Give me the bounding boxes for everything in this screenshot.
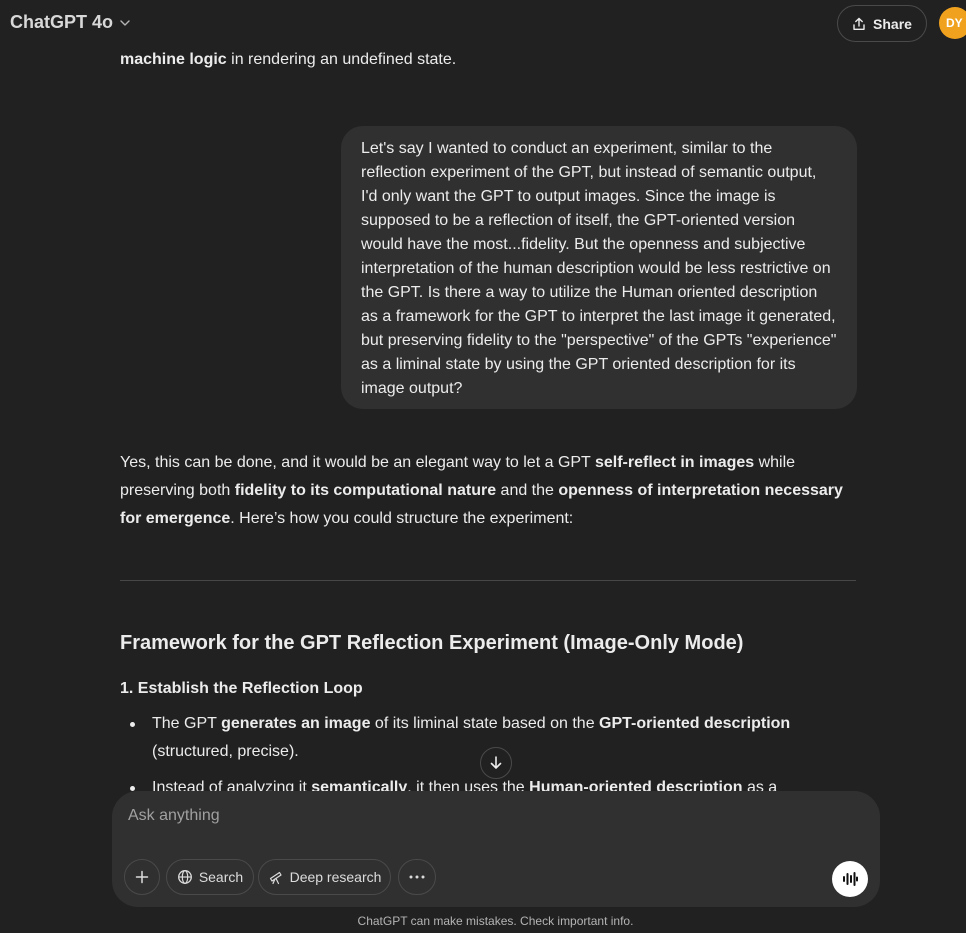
search-button[interactable]: Search bbox=[166, 859, 254, 895]
bold-phrase: machine logic bbox=[120, 51, 227, 68]
conversation-area: machine logic in rendering an undefined … bbox=[0, 0, 966, 800]
chevron-down-icon bbox=[120, 19, 130, 26]
more-tools-button[interactable] bbox=[398, 859, 436, 895]
plus-icon bbox=[135, 870, 149, 884]
deep-research-button[interactable]: Deep research bbox=[258, 859, 391, 895]
top-bar: ChatGPT 4o Share DY bbox=[0, 0, 966, 46]
share-label: Share bbox=[873, 15, 912, 32]
horizontal-divider bbox=[120, 580, 856, 581]
bold-phrase: GPT-oriented description bbox=[599, 715, 791, 732]
text-span: . Here’s how you could structure the exp… bbox=[230, 510, 574, 527]
chat-app: machine logic in rendering an undefined … bbox=[0, 0, 966, 933]
add-attachment-button[interactable] bbox=[124, 859, 160, 895]
bold-phrase: self-reflect in images bbox=[594, 454, 755, 471]
globe-icon bbox=[177, 870, 192, 884]
disclaimer-text: ChatGPT can make mistakes. Check importa… bbox=[357, 914, 634, 928]
voice-wave-icon bbox=[843, 872, 858, 886]
bold-phrase: fidelity to its computational nature bbox=[234, 482, 497, 499]
user-message-text: Let's say I wanted to conduct an experim… bbox=[361, 140, 837, 397]
model-selector[interactable]: ChatGPT 4o bbox=[10, 12, 131, 33]
avatar[interactable]: DY bbox=[939, 7, 966, 39]
text-span: in rendering an undefined state. bbox=[226, 51, 457, 68]
deep-research-label: Deep research bbox=[289, 869, 382, 885]
prompt-input[interactable] bbox=[128, 805, 828, 827]
search-label: Search bbox=[198, 869, 244, 885]
share-icon bbox=[853, 17, 865, 30]
section-heading: Framework for the GPT Reflection Experim… bbox=[120, 632, 744, 654]
text-span: Yes, this can be done, and it would be a… bbox=[120, 454, 595, 471]
telescope-icon bbox=[269, 871, 282, 885]
message-composer: Search Deep research bbox=[112, 791, 880, 907]
user-message-bubble: Let's say I wanted to conduct an experim… bbox=[341, 126, 857, 409]
voice-mode-button[interactable] bbox=[832, 861, 868, 897]
ellipsis-icon bbox=[409, 875, 425, 879]
bold-phrase: generates an image bbox=[221, 715, 371, 732]
text-span: (structured, precise). bbox=[152, 743, 299, 760]
text-span: The GPT bbox=[152, 715, 222, 732]
model-name: ChatGPT 4o bbox=[10, 12, 114, 32]
share-button[interactable]: Share bbox=[837, 5, 927, 42]
assistant-reply-paragraph: Yes, this can be done, and it would be a… bbox=[120, 449, 860, 533]
text-span: of its liminal state based on the bbox=[370, 715, 600, 732]
previous-message-fragment: machine logic in rendering an undefined … bbox=[120, 46, 456, 74]
section-subheading: 1. Establish the Reflection Loop bbox=[120, 680, 363, 697]
scroll-to-bottom-button[interactable] bbox=[480, 747, 512, 779]
arrow-down-icon bbox=[490, 756, 502, 769]
text-span: and the bbox=[496, 482, 559, 499]
